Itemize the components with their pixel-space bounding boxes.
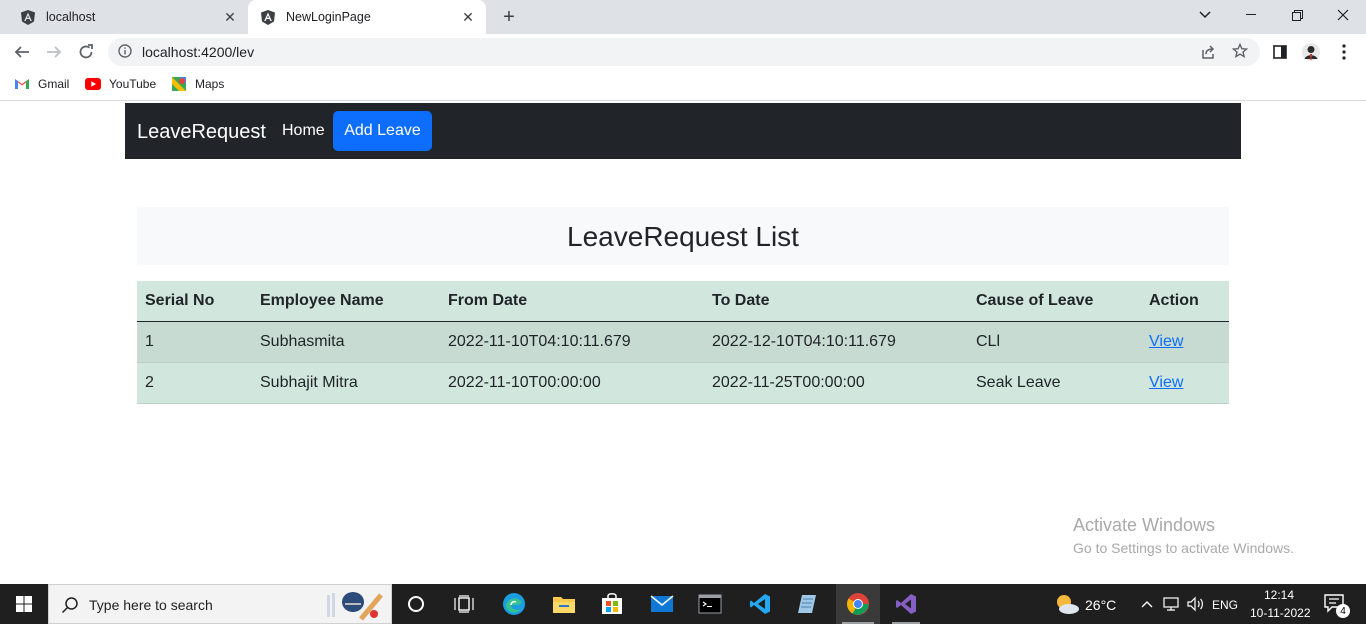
cell-action: View bbox=[1141, 321, 1229, 363]
cell-to-date: 2022-11-25T00:00:00 bbox=[704, 362, 968, 404]
bookmark-label: Gmail bbox=[38, 77, 70, 91]
new-tab-icon[interactable]: + bbox=[498, 6, 520, 28]
windows-taskbar: Type here to search 26°C ENG 12:14 10-11… bbox=[0, 584, 1366, 624]
profile-avatar[interactable] bbox=[1301, 42, 1321, 62]
more-menu-icon[interactable] bbox=[1334, 42, 1354, 62]
browser-tabstrip: localhost ✕ NewLoginPage ✕ + bbox=[0, 0, 1366, 34]
tab-title: NewLoginPage bbox=[286, 10, 371, 24]
cortana-icon[interactable] bbox=[396, 584, 436, 624]
cell-to-date: 2022-12-10T04:10:11.679 bbox=[704, 321, 968, 363]
view-link[interactable]: View bbox=[1149, 333, 1183, 350]
table-row: 2 Subhajit Mitra 2022-11-10T00:00:00 202… bbox=[137, 362, 1229, 404]
header-serial-no: Serial No bbox=[137, 281, 252, 322]
site-info-icon[interactable] bbox=[118, 44, 132, 63]
chrome-icon[interactable] bbox=[836, 584, 880, 624]
bookmarks-bar: Gmail YouTube Maps bbox=[0, 70, 1366, 101]
windows-start-icon[interactable] bbox=[0, 584, 48, 624]
cell-action: View bbox=[1141, 362, 1229, 404]
header-employee-name: Employee Name bbox=[252, 281, 440, 322]
browser-toolbar: localhost:4200/lev bbox=[0, 34, 1366, 70]
tab-newloginpage[interactable]: NewLoginPage ✕ bbox=[248, 0, 486, 34]
view-link[interactable]: View bbox=[1149, 374, 1183, 391]
app-navbar: LeaveRequest Home Add Leave bbox=[125, 103, 1241, 159]
cell-employee-name: Subhajit Mitra bbox=[252, 362, 440, 404]
cricket-icon bbox=[323, 589, 385, 626]
back-icon[interactable] bbox=[8, 38, 36, 66]
weather-icon[interactable] bbox=[1052, 584, 1082, 624]
header-action: Action bbox=[1141, 281, 1229, 322]
watermark-subtitle: Go to Settings to activate Windows. bbox=[1073, 540, 1294, 556]
angular-icon bbox=[260, 9, 276, 25]
tab-localhost[interactable]: localhost ✕ bbox=[8, 0, 248, 34]
visual-studio-icon[interactable] bbox=[886, 584, 926, 624]
bookmark-star-icon[interactable] bbox=[1231, 42, 1249, 64]
watermark-title: Activate Windows bbox=[1073, 515, 1216, 535]
activate-windows-watermark: Activate Windows Go to Settings to activ… bbox=[1073, 515, 1294, 556]
leave-request-table: Serial No Employee Name From Date To Dat… bbox=[137, 281, 1229, 404]
navbar-brand[interactable]: LeaveRequest bbox=[137, 121, 266, 144]
clock-time[interactable]: 12:14 bbox=[1264, 588, 1294, 602]
show-hidden-icons-icon[interactable] bbox=[1138, 584, 1156, 624]
gmail-icon bbox=[14, 76, 30, 92]
clock-date[interactable]: 10-11-2022 bbox=[1250, 606, 1311, 620]
tab-search-icon[interactable] bbox=[1182, 0, 1228, 30]
close-window-icon[interactable] bbox=[1320, 0, 1366, 30]
forward-icon[interactable] bbox=[40, 38, 68, 66]
file-explorer-icon[interactable] bbox=[544, 584, 584, 624]
angular-icon bbox=[20, 9, 36, 25]
cell-cause: CLl bbox=[968, 321, 1141, 363]
close-icon[interactable]: ✕ bbox=[460, 9, 476, 25]
bookmark-maps[interactable]: Maps bbox=[171, 76, 224, 92]
minimize-icon[interactable] bbox=[1228, 0, 1274, 30]
network-icon[interactable] bbox=[1160, 584, 1182, 624]
table-header-row: Serial No Employee Name From Date To Dat… bbox=[137, 281, 1229, 322]
side-panel-icon[interactable] bbox=[1270, 42, 1290, 62]
bookmark-label: Maps bbox=[195, 77, 225, 91]
reload-icon[interactable] bbox=[72, 38, 100, 66]
terminal-icon[interactable] bbox=[690, 584, 730, 624]
url-text[interactable]: localhost:4200/lev bbox=[142, 44, 254, 60]
bookmark-youtube[interactable]: YouTube bbox=[85, 76, 156, 92]
taskbar-search-box[interactable]: Type here to search bbox=[48, 584, 392, 624]
cell-cause: Seak Leave bbox=[968, 362, 1141, 404]
tab-title: localhost bbox=[46, 10, 96, 24]
youtube-icon bbox=[85, 76, 101, 92]
notification-center-icon[interactable]: 4 bbox=[1318, 584, 1352, 624]
header-from-date: From Date bbox=[440, 281, 704, 322]
nav-home-link[interactable]: Home bbox=[282, 122, 325, 140]
maps-icon bbox=[171, 76, 187, 92]
notification-count-badge: 4 bbox=[1336, 604, 1350, 618]
edge-icon[interactable] bbox=[494, 584, 534, 624]
cell-employee-name: Subhasmita bbox=[252, 321, 440, 363]
page-title-band: LeaveRequest List bbox=[137, 207, 1229, 265]
task-view-icon[interactable] bbox=[444, 584, 484, 624]
page-title: LeaveRequest List bbox=[567, 221, 799, 252]
microsoft-store-icon[interactable] bbox=[592, 584, 632, 624]
search-placeholder: Type here to search bbox=[89, 597, 213, 613]
cell-serial: 1 bbox=[137, 321, 252, 363]
language-indicator[interactable]: ENG bbox=[1212, 598, 1238, 612]
close-icon[interactable]: ✕ bbox=[222, 9, 238, 25]
header-to-date: To Date bbox=[704, 281, 968, 322]
bookmark-label: YouTube bbox=[109, 77, 157, 91]
temperature-text[interactable]: 26°C bbox=[1085, 597, 1116, 613]
search-icon bbox=[61, 596, 79, 619]
cell-from-date: 2022-11-10T00:00:00 bbox=[440, 362, 704, 404]
table-row: 1 Subhasmita 2022-11-10T04:10:11.679 202… bbox=[137, 321, 1229, 363]
mail-icon[interactable] bbox=[642, 584, 682, 624]
vscode-icon[interactable] bbox=[740, 584, 780, 624]
header-cause-of-leave: Cause of Leave bbox=[968, 281, 1141, 322]
restore-icon[interactable] bbox=[1274, 0, 1320, 30]
volume-icon[interactable] bbox=[1184, 584, 1206, 624]
cell-from-date: 2022-11-10T04:10:11.679 bbox=[440, 321, 704, 363]
cell-serial: 2 bbox=[137, 362, 252, 404]
add-leave-button[interactable]: Add Leave bbox=[333, 111, 432, 151]
bookmark-gmail[interactable]: Gmail bbox=[14, 76, 69, 92]
address-bar[interactable]: localhost:4200/lev bbox=[108, 38, 1260, 66]
notepad-app-icon[interactable] bbox=[788, 584, 828, 624]
share-icon[interactable] bbox=[1200, 44, 1216, 65]
